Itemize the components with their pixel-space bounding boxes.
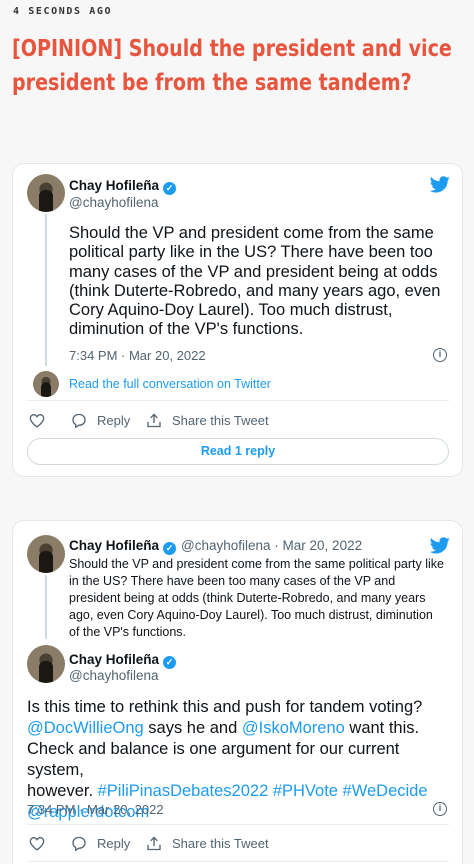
- article-headline[interactable]: [OPINION] Should the president and vice …: [12, 32, 460, 100]
- reply-icon: [72, 413, 86, 428]
- share-label: Share this Tweet: [172, 836, 269, 851]
- verified-badge-icon: ✓: [163, 656, 177, 669]
- verified-badge-icon: ✓: [163, 182, 177, 195]
- share-icon: [147, 836, 161, 851]
- heart-icon: [29, 837, 45, 851]
- like-button[interactable]: [29, 413, 55, 428]
- thread-line: [45, 575, 47, 639]
- info-icon[interactable]: i: [433, 348, 447, 362]
- read-replies-button-edge: [27, 861, 449, 862]
- twitter-bird-icon[interactable]: [430, 176, 450, 193]
- author-handle[interactable]: @chayhofilena: [69, 195, 159, 210]
- reply-button[interactable]: Reply: [71, 413, 130, 428]
- author-name[interactable]: Chay Hofileña ✓: [69, 652, 177, 669]
- mention-link[interactable]: @DocWillieOng: [27, 719, 144, 737]
- quoted-author-avatar[interactable]: [27, 535, 65, 573]
- author-avatar-small[interactable]: [33, 371, 59, 397]
- read-replies-button[interactable]: Read 1 reply: [27, 438, 449, 465]
- reply-icon: [72, 836, 86, 851]
- divider: [27, 400, 449, 401]
- mention-link[interactable]: @IskoMoreno: [242, 719, 345, 737]
- reply-button[interactable]: Reply: [71, 836, 130, 851]
- reply-label: Reply: [97, 836, 131, 851]
- divider: [27, 824, 449, 825]
- author-handle[interactable]: @chayhofilena: [69, 668, 159, 683]
- reply-label: Reply: [97, 413, 131, 428]
- thread-line: [45, 214, 47, 366]
- heart-icon: [29, 414, 45, 428]
- author-avatar[interactable]: [27, 645, 65, 683]
- info-icon[interactable]: i: [433, 802, 447, 816]
- embedded-tweet-card: Chay Hofileña ✓ @chayhofilena · Mar 20, 20…: [12, 520, 463, 864]
- embedded-tweet-card: Chay Hofileña ✓ @chayhofilena Should the …: [12, 163, 463, 477]
- share-icon: [147, 413, 161, 428]
- tweet-text: Should the VP and president come from th…: [69, 224, 441, 339]
- tweet-timestamp[interactable]: 7:34 PM · Mar 20, 2022: [27, 802, 164, 817]
- quoted-tweet-text: Should the VP and president come from th…: [69, 557, 444, 639]
- quoted-handle-date: @chayhofilena · Mar 20, 2022: [181, 538, 363, 553]
- author-avatar[interactable]: [27, 174, 65, 212]
- twitter-bird-icon[interactable]: [430, 537, 450, 554]
- share-button[interactable]: Share this Tweet: [146, 413, 269, 428]
- author-name[interactable]: Chay Hofileña ✓: [69, 178, 177, 195]
- share-label: Share this Tweet: [172, 413, 269, 428]
- share-button[interactable]: Share this Tweet: [146, 836, 269, 851]
- quoted-author-line[interactable]: Chay Hofileña ✓ @chayhofilena · Mar 20, 20…: [69, 538, 362, 555]
- verified-badge-icon: ✓: [163, 542, 177, 555]
- read-full-conversation-link[interactable]: Read the full conversation on Twitter: [69, 377, 271, 391]
- tweet-timestamp[interactable]: 7:34 PM · Mar 20, 2022: [69, 348, 206, 363]
- article-timestamp: 4 SECONDS AGO: [13, 6, 113, 17]
- hashtag-links[interactable]: #PiliPinasDebates2022 #PHVote #WeDecide: [98, 782, 428, 800]
- like-button[interactable]: [29, 836, 55, 851]
